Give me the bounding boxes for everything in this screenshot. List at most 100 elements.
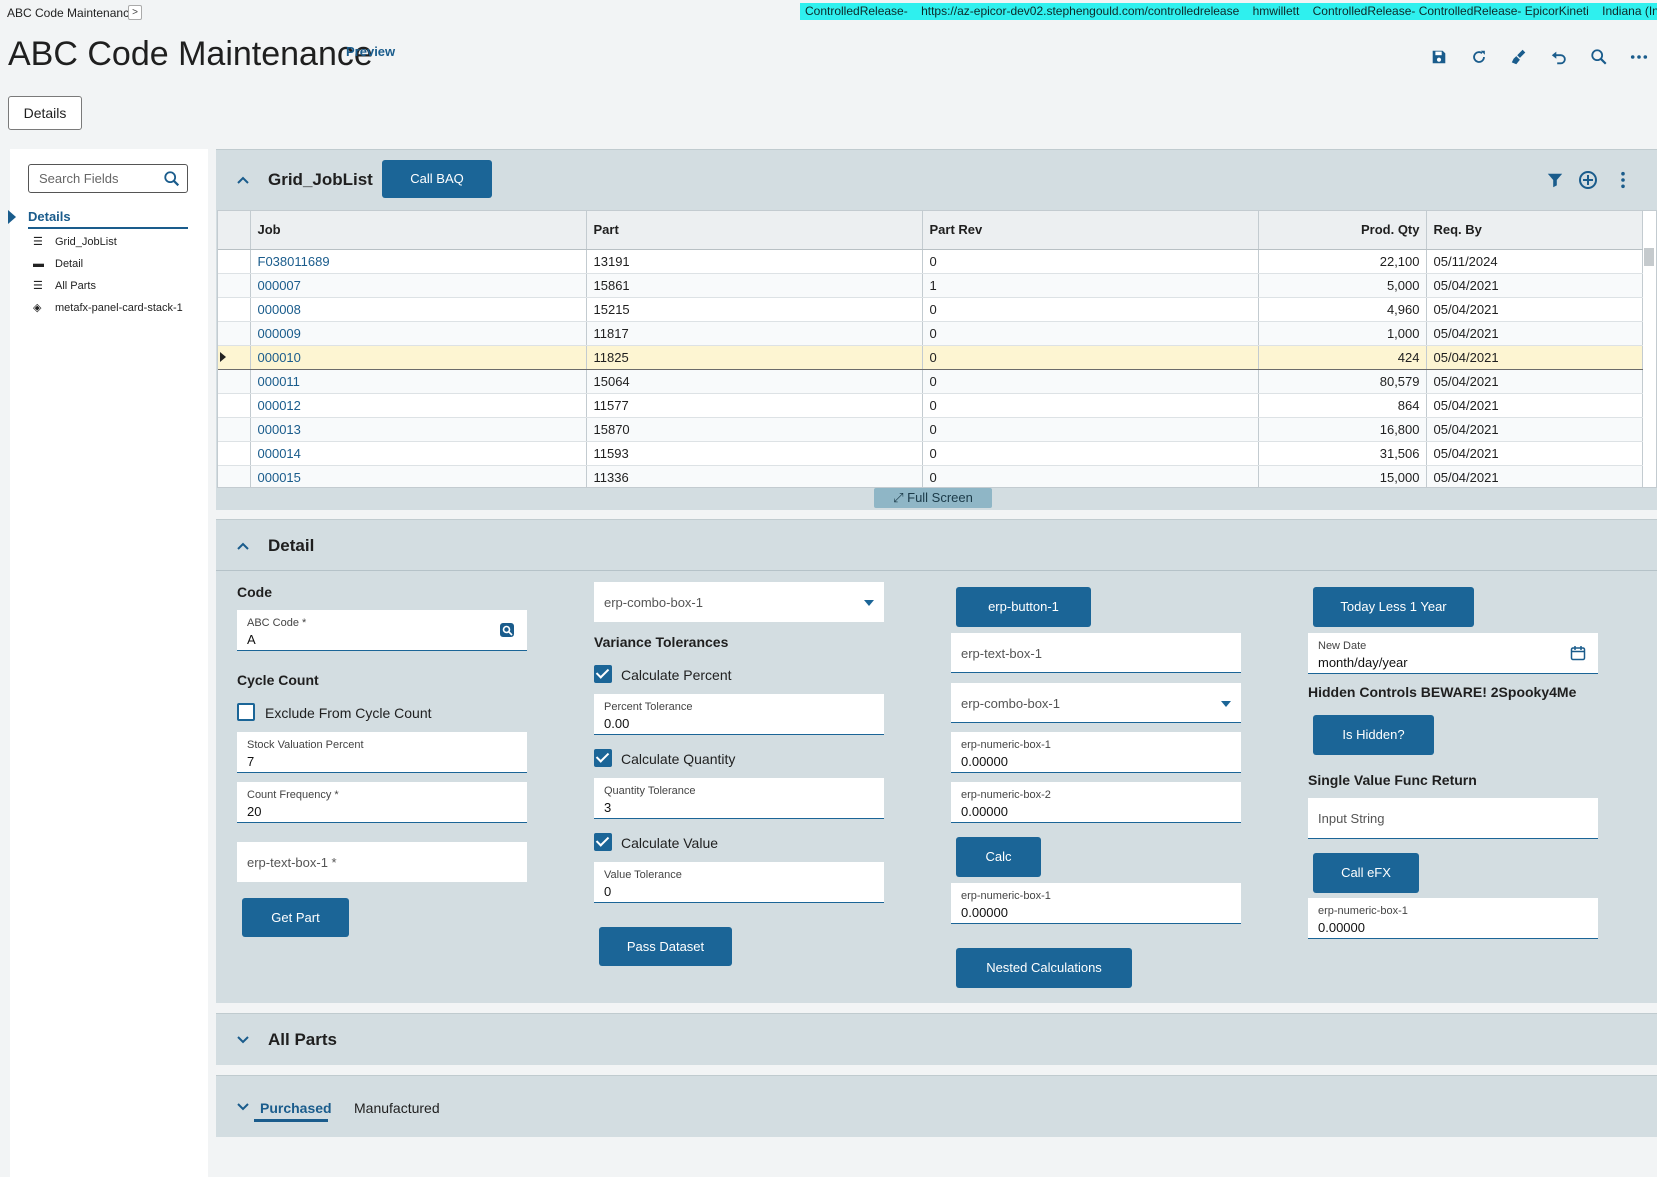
row-indicator[interactable] [218, 369, 251, 394]
nested-calculations-button[interactable]: Nested Calculations [956, 948, 1132, 988]
table-row[interactable]: 000011 15064 0 80,579 05/04/2021 [218, 369, 1643, 394]
search-icon[interactable] [1588, 48, 1610, 70]
refresh-icon[interactable] [1468, 48, 1490, 70]
call-baq-button[interactable]: Call BAQ [382, 160, 492, 198]
preview-badge: Preview [346, 44, 396, 59]
count-frequency-field[interactable]: Count Frequency * 20 [237, 782, 527, 823]
table-row[interactable]: 000012 11577 0 864 05/04/2021 [218, 393, 1643, 418]
sidebar-item-card-stack[interactable]: ◈ metafx-panel-card-stack-1 [33, 300, 183, 316]
new-date-field[interactable]: New Date month/day/year [1308, 633, 1598, 674]
dropdown-arrow-icon[interactable] [864, 600, 874, 606]
calendar-icon[interactable] [1570, 645, 1586, 661]
add-circle-icon[interactable] [1578, 170, 1598, 190]
sidebar-item-grid-joblist[interactable]: ☰ Grid_JobList [33, 234, 117, 250]
column-header-job[interactable]: Job [250, 211, 587, 250]
cell-job[interactable]: 000015 [250, 465, 587, 487]
calculate-value-checkbox[interactable] [594, 833, 612, 851]
kebab-menu-icon[interactable] [1614, 171, 1632, 189]
erp-text-box-required-field[interactable]: erp-text-box-1 * [237, 842, 527, 882]
table-row[interactable]: 000007 15861 1 5,000 05/04/2021 [218, 273, 1643, 298]
search-icon[interactable] [163, 170, 181, 188]
numeric-box-value: 0.00000 [961, 754, 1008, 769]
input-string-field[interactable]: Input String [1308, 798, 1598, 839]
sidebar-item-all-parts[interactable]: ☰ All Parts [33, 278, 96, 294]
table-row[interactable]: 000009 11817 0 1,000 05/04/2021 [218, 321, 1643, 346]
cell-job[interactable]: 000013 [250, 417, 587, 442]
table-row[interactable]: 000014 11593 0 31,506 05/04/2021 [218, 441, 1643, 466]
expand-chevron-icon[interactable] [236, 1100, 250, 1114]
column-header-part[interactable]: Part [586, 211, 923, 250]
table-row[interactable]: F038011689 13191 0 22,100 05/11/2024 [218, 249, 1643, 274]
dropdown-arrow-icon[interactable] [1221, 701, 1231, 707]
table-row[interactable]: 000013 15870 0 16,800 05/04/2021 [218, 417, 1643, 442]
table-row[interactable]: 000008 15215 0 4,960 05/04/2021 [218, 297, 1643, 322]
sidebar-item-detail[interactable]: ▬ Detail [33, 256, 83, 272]
row-indicator[interactable] [218, 321, 251, 346]
erp-combo-box-field-2[interactable]: erp-combo-box-1 [951, 683, 1241, 723]
sidebar-section-details[interactable]: Details [28, 209, 71, 224]
quantity-tolerance-field[interactable]: Quantity Tolerance 3 [594, 778, 884, 819]
grid-scrollbar-thumb[interactable] [1644, 248, 1654, 266]
breadcrumb-expand-button[interactable]: > [128, 5, 142, 20]
cell-job[interactable]: F038011689 [250, 249, 587, 274]
cell-prod-qty: 31,506 [1258, 441, 1427, 466]
calc-button[interactable]: Calc [956, 837, 1041, 877]
erp-numeric-box-3-field[interactable]: erp-numeric-box-1 0.00000 [951, 883, 1241, 924]
erp-numeric-box-2-field[interactable]: erp-numeric-box-2 0.00000 [951, 782, 1241, 823]
row-indicator[interactable] [218, 273, 251, 298]
column-header-req-by[interactable]: Req. By [1426, 211, 1643, 250]
is-hidden-button[interactable]: Is Hidden? [1313, 715, 1434, 755]
row-indicator[interactable] [218, 249, 251, 274]
erp-numeric-box-1-field[interactable]: erp-numeric-box-1 0.00000 [951, 732, 1241, 773]
undo-icon[interactable] [1548, 48, 1570, 70]
cell-job[interactable]: 000007 [250, 273, 587, 298]
column-header-prod-qty[interactable]: Prod. Qty [1258, 211, 1427, 250]
collapse-chevron-icon[interactable] [236, 173, 250, 187]
filter-icon[interactable] [1546, 171, 1564, 189]
get-part-button[interactable]: Get Part [242, 898, 349, 937]
cell-job[interactable]: 000008 [250, 297, 587, 322]
more-icon[interactable] [1628, 48, 1650, 70]
table-row[interactable]: 000010 11825 0 424 05/04/2021 [218, 344, 1643, 370]
tab-manufactured[interactable]: Manufactured [354, 1100, 440, 1116]
row-indicator[interactable] [218, 441, 251, 466]
clear-icon[interactable] [1508, 48, 1530, 70]
cell-job[interactable]: 000011 [250, 369, 587, 394]
erp-numeric-box-4-field[interactable]: erp-numeric-box-1 0.00000 [1308, 898, 1598, 939]
expand-chevron-icon[interactable] [236, 1033, 250, 1047]
erp-combo-box-field[interactable]: erp-combo-box-1 [594, 582, 884, 622]
table-row[interactable]: 000015 11336 0 15,000 05/04/2021 [218, 465, 1643, 487]
pass-dataset-button[interactable]: Pass Dataset [599, 927, 732, 966]
row-indicator[interactable] [218, 297, 251, 322]
calculate-quantity-checkbox[interactable] [594, 749, 612, 767]
cell-job[interactable]: 000014 [250, 441, 587, 466]
abc-code-field[interactable]: ABC Code * A [237, 610, 527, 651]
percent-tolerance-field[interactable]: Percent Tolerance 0.00 [594, 694, 884, 735]
cell-job[interactable]: 000010 [250, 344, 587, 370]
breadcrumb-app[interactable]: ABC Code Maintenance [7, 6, 136, 20]
row-indicator[interactable] [218, 465, 251, 487]
row-indicator[interactable] [218, 393, 251, 418]
lookup-icon[interactable] [499, 622, 515, 638]
cell-req-by: 05/04/2021 [1426, 369, 1643, 394]
cell-job[interactable]: 000012 [250, 393, 587, 418]
details-button[interactable]: Details [8, 96, 82, 130]
erp-text-box-field[interactable]: erp-text-box-1 [951, 633, 1241, 673]
row-indicator[interactable] [218, 344, 251, 370]
save-icon[interactable] [1428, 48, 1450, 70]
row-indicator[interactable] [218, 417, 251, 442]
exclude-cycle-count-checkbox[interactable] [237, 703, 255, 721]
calculate-percent-checkbox[interactable] [594, 665, 612, 683]
expand-triangle-icon[interactable] [8, 210, 16, 224]
column-header-part-rev[interactable]: Part Rev [922, 211, 1259, 250]
tab-purchased[interactable]: Purchased [260, 1100, 332, 1116]
erp-button-1[interactable]: erp-button-1 [956, 587, 1091, 627]
stock-valuation-field[interactable]: Stock Valuation Percent 7 [237, 732, 527, 773]
collapse-chevron-icon[interactable] [236, 539, 250, 553]
value-tolerance-field[interactable]: Value Tolerance 0 [594, 862, 884, 903]
today-less-1-year-button[interactable]: Today Less 1 Year [1313, 587, 1474, 627]
call-efx-button[interactable]: Call eFX [1313, 853, 1419, 893]
full-screen-button[interactable]: ⤢ Full Screen [874, 488, 992, 508]
search-fields-input[interactable]: Search Fields [28, 164, 188, 193]
cell-job[interactable]: 000009 [250, 321, 587, 346]
